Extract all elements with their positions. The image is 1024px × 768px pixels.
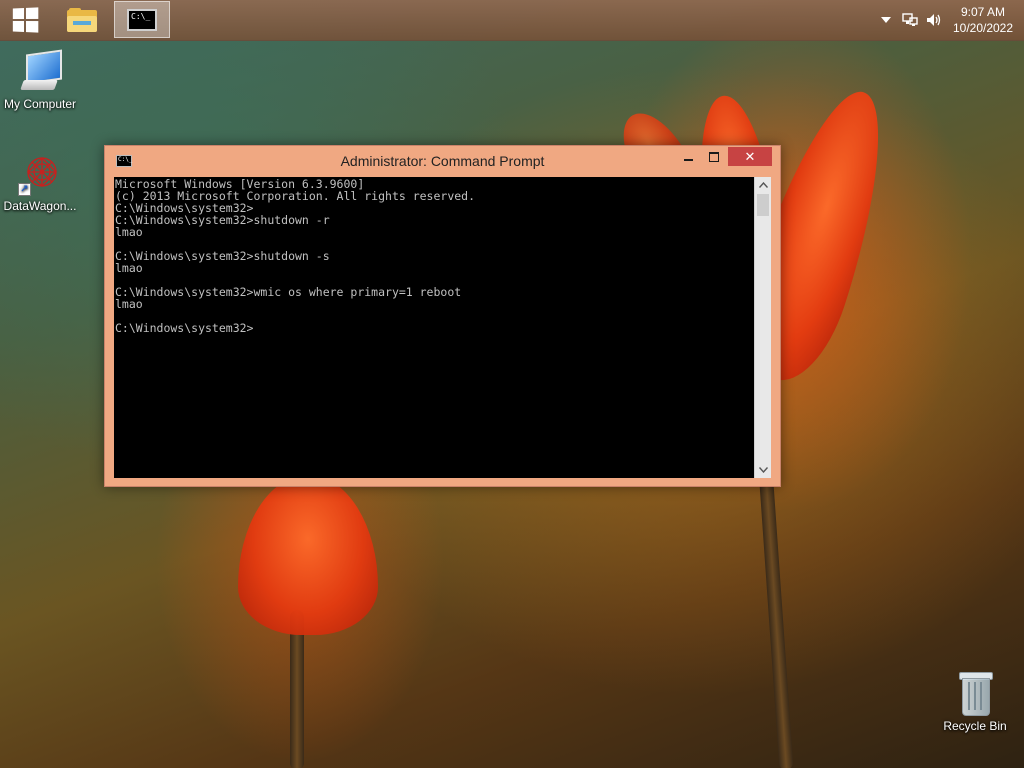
console-line: lmao [115,225,143,239]
minimize-button[interactable] [675,147,701,166]
window-titlebar[interactable]: C:\_ Administrator: Command Prompt ✕ [105,146,780,176]
console-area[interactable]: Microsoft Windows [Version 6.3.9600] (c)… [114,177,771,478]
maximize-icon [709,151,719,162]
desktop-icon-recycle-bin[interactable]: Recycle Bin [935,670,1015,733]
desktop: C:\_ 9:07 AM 10/20/2022 My Computer ↗ Da… [0,0,1024,768]
wallpaper-tulip [238,475,378,635]
console-line: C:\Windows\system32>wmic os where primar… [115,285,462,299]
chevron-up-icon [758,182,768,188]
volume-icon[interactable] [922,0,946,40]
console-line: C:\Windows\system32> [115,321,254,335]
cmd-icon-text: C:\_ [131,11,151,21]
minimize-icon [683,158,693,161]
scrollbar-thumb[interactable] [757,194,769,216]
cmd-icon: C:\_ [127,8,157,31]
vertical-scrollbar[interactable] [754,177,771,478]
clock-date: 10/20/2022 [952,21,1014,35]
system-tray: 9:07 AM 10/20/2022 [874,0,1024,40]
console-line: C:\Windows\system32>shutdown -s [115,249,330,263]
network-icon[interactable] [898,0,922,40]
recycle-bin-icon [953,670,997,716]
wallpaper-stem [756,439,794,768]
start-button[interactable] [0,0,50,40]
chevron-up-icon[interactable] [874,0,898,40]
command-prompt-window: C:\_ Administrator: Command Prompt ✕ Mic… [104,145,781,487]
scroll-down-button[interactable] [755,462,771,478]
clock-time: 9:07 AM [960,5,1006,19]
taskbar: C:\_ 9:07 AM 10/20/2022 [0,0,1024,41]
taskbar-file-explorer[interactable] [54,1,110,38]
computer-icon [18,49,62,94]
close-icon: ✕ [744,148,756,164]
maximize-button[interactable] [701,147,727,166]
desktop-icon-label: My Computer [3,97,77,111]
chevron-down-icon [758,467,768,473]
desktop-icon-label: DataWagon... [3,199,77,213]
console-output: Microsoft Windows [Version 6.3.9600] (c)… [115,178,751,476]
close-button[interactable]: ✕ [728,147,772,166]
shortcut-arrow-icon: ↗ [18,183,31,196]
taskbar-command-prompt[interactable]: C:\_ [114,1,170,38]
console-line: C:\Windows\system32>shutdown -r [115,213,330,227]
desktop-icon-label: Recycle Bin [943,719,1007,733]
desktop-icon-datawagon[interactable]: ↗ DataWagon... [0,152,80,213]
folder-icon [67,7,97,32]
desktop-icon-my-computer[interactable]: My Computer [0,49,80,111]
console-line: lmao [115,297,143,311]
datawagon-icon: ↗ [18,152,62,196]
windows-logo-icon [12,7,39,33]
taskbar-clock[interactable]: 9:07 AM 10/20/2022 [946,0,1020,40]
scroll-up-button[interactable] [755,177,771,193]
console-line: lmao [115,261,143,275]
